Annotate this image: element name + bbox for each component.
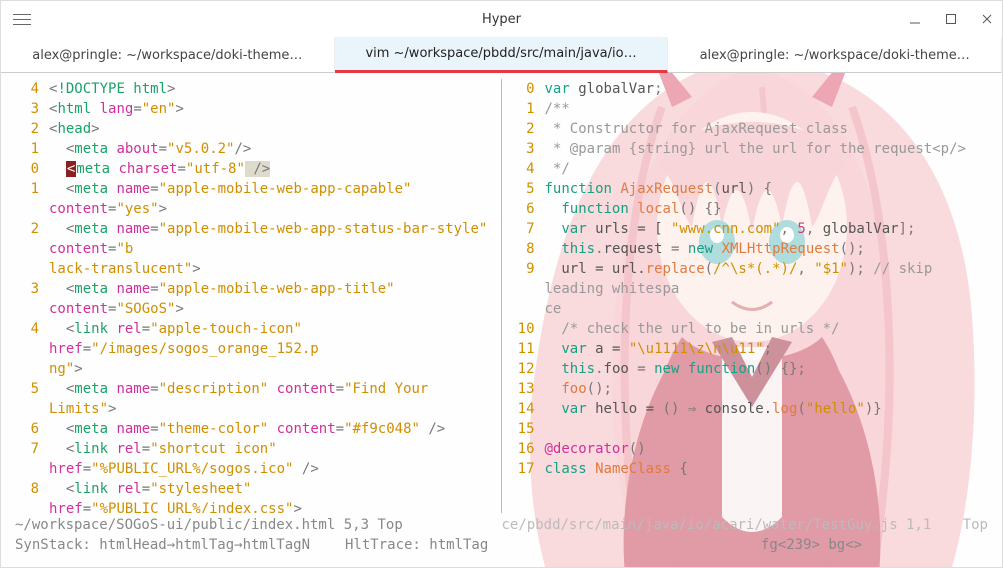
code-line: 8 this.request = new XMLHttpRequest();: [511, 239, 989, 259]
tab-1[interactable]: vim ~/workspace/pbdd/src/main/java/io…: [335, 37, 669, 73]
terminal-area[interactable]: 4<!DOCTYPE html>3<html lang="en">2<head>…: [1, 73, 1002, 567]
code-line: 2 * Constructor for AjaxRequest class: [511, 119, 989, 139]
code-line: 4 <link rel="apple-touch-icon" href="/im…: [15, 319, 493, 359]
code-line: 10 /* check the url to be in urls */: [511, 319, 989, 339]
code-line: 16@decorator(): [511, 439, 989, 459]
statusline-2: SynStack: htmlHead→htmlTag→htmlTagN HltT…: [15, 535, 988, 555]
code-line: 0var globalVar;: [511, 79, 989, 99]
code-line: 5 <meta name="description" content="Find…: [15, 379, 493, 419]
code-line: 6 <meta name="theme-color" content="#f9c…: [15, 419, 493, 439]
window-title: Hyper: [129, 12, 874, 27]
code-line: 7 var urls = [ "www.cnn.com", 5, globalV…: [511, 219, 989, 239]
code-line: ng">: [15, 359, 493, 379]
code-line: 9 url = url.replace(/^\s*(.*)/, "$1"); /…: [511, 259, 989, 299]
code-line: 14 var hello = () ⇒ console.log("hello")…: [511, 399, 989, 419]
code-line: 2 <meta name="apple-mobile-web-app-statu…: [15, 219, 493, 259]
left-editor-pane[interactable]: 4<!DOCTYPE html>3<html lang="en">2<head>…: [15, 79, 493, 513]
hamburger-menu-icon[interactable]: [9, 10, 35, 29]
code-line: 1/**: [511, 99, 989, 119]
code-line: 2<head>: [15, 119, 493, 139]
code-line: 6 function local() {}: [511, 199, 989, 219]
code-line: 8 <link rel="stylesheet" href="%PUBLIC_U…: [15, 479, 493, 513]
code-line: 7 <link rel="shortcut icon" href="%PUBLI…: [15, 439, 493, 479]
tab-bar: alex@pringle: ~/workspace/doki-theme…vim…: [1, 37, 1002, 73]
code-line: lack-translucent">: [15, 259, 493, 279]
code-line: 12 this.foo = new function() {};: [511, 359, 989, 379]
code-line: 5function AjaxRequest(url) {: [511, 179, 989, 199]
maximize-button[interactable]: [944, 12, 958, 26]
close-button[interactable]: [980, 12, 994, 26]
split-divider[interactable]: [493, 79, 511, 513]
code-line: 0 <meta charset="utf-8" />: [15, 159, 493, 179]
code-line: 3<html lang="en">: [15, 99, 493, 119]
code-line: 1 <meta about="v5.0.2"/>: [15, 139, 493, 159]
titlebar: Hyper: [1, 1, 1002, 37]
code-line: 11 var a = "\u1111\z\n\u11";: [511, 339, 989, 359]
code-line: 4 */: [511, 159, 989, 179]
window: Hyper alex@pringle: ~/workspace/doki-the…: [0, 0, 1003, 568]
code-line: 4<!DOCTYPE html>: [15, 79, 493, 99]
statusline-1: ~/workspace/SOGoS-ui/public/index.html 5…: [15, 513, 988, 535]
minimize-button[interactable]: [908, 12, 922, 26]
code-line: 1 <meta name="apple-mobile-web-app-capab…: [15, 179, 493, 219]
tab-0[interactable]: alex@pringle: ~/workspace/doki-theme…: [1, 37, 335, 73]
code-line: ce: [511, 299, 989, 319]
right-editor-pane[interactable]: 0var globalVar;1/**2 * Constructor for A…: [511, 79, 989, 513]
code-line: 3 * @param {string} url the url for the …: [511, 139, 989, 159]
code-line: 3 <meta name="apple-mobile-web-app-title…: [15, 279, 493, 319]
code-line: 17class NameClass {: [511, 459, 989, 479]
code-line: 15: [511, 419, 989, 439]
code-line: 13 foo();: [511, 379, 989, 399]
tab-2[interactable]: alex@pringle: ~/workspace/doki-theme…: [668, 37, 1002, 73]
